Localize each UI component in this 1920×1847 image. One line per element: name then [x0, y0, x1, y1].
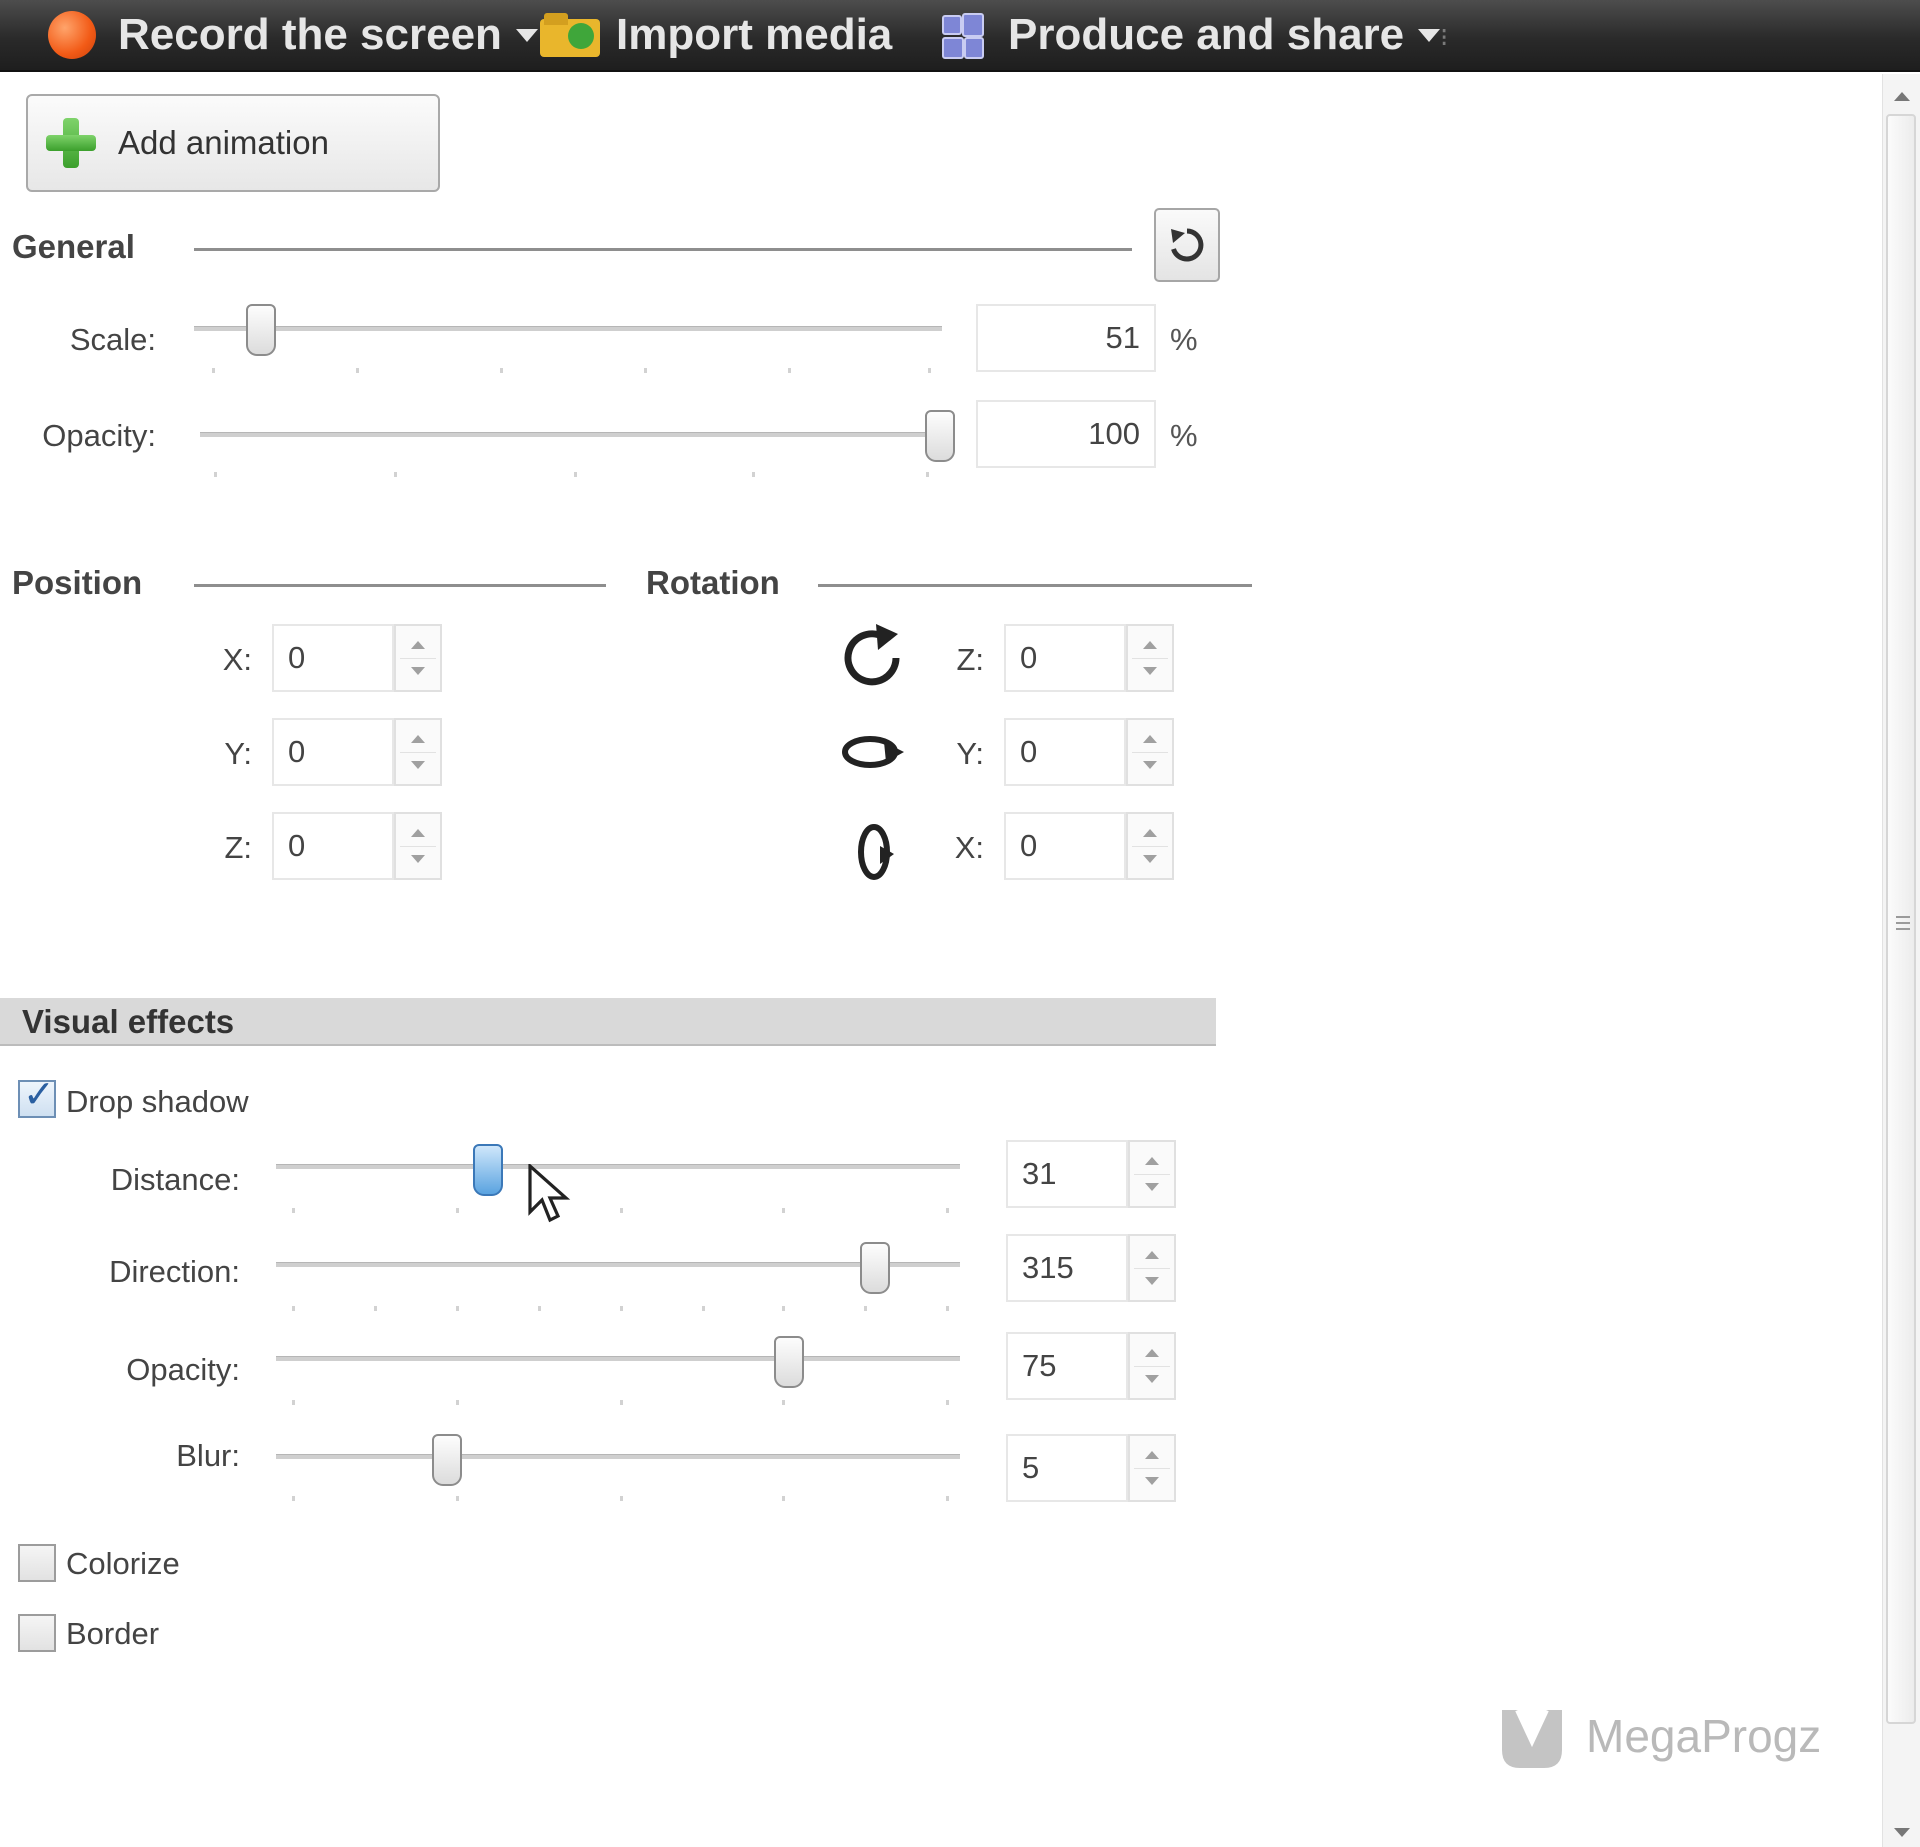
rotation-x-stepper[interactable]	[1126, 812, 1174, 880]
shadow-opacity-slider[interactable]	[276, 1356, 960, 1361]
opacity-unit: %	[1170, 418, 1198, 453]
scroll-down-arrow-icon[interactable]	[1894, 1828, 1910, 1837]
scale-input[interactable]: 51	[976, 304, 1156, 372]
produce-share-label: Produce and share	[1008, 10, 1405, 59]
top-toolbar: Record the screen Import media Produce a…	[0, 0, 1920, 72]
direction-slider[interactable]	[276, 1262, 960, 1267]
direction-label: Direction:	[109, 1254, 240, 1289]
blur-input[interactable]: 5	[1006, 1434, 1128, 1502]
watermark: MegaProgz	[1496, 1700, 1821, 1772]
opacity-slider-thumb[interactable]	[925, 410, 955, 462]
watermark-text: MegaProgz	[1586, 1710, 1822, 1762]
record-screen-button[interactable]: Record the screen	[48, 0, 538, 70]
shadow-opacity-label: Opacity:	[126, 1352, 240, 1387]
distance-stepper[interactable]	[1128, 1140, 1176, 1208]
scale-slider[interactable]	[194, 326, 942, 331]
visual-effects-title: Visual effects	[22, 1003, 235, 1040]
scale-label: Scale:	[69, 322, 156, 357]
general-section-title: General	[12, 228, 135, 265]
visual-effects-header[interactable]: Visual effects	[0, 998, 1216, 1046]
record-icon	[48, 11, 96, 59]
drop-shadow-label[interactable]: Drop shadow	[66, 1084, 249, 1120]
distance-input[interactable]: 31	[1006, 1140, 1128, 1208]
record-screen-label: Record the screen	[118, 10, 502, 59]
border-checkbox[interactable]	[18, 1614, 56, 1652]
rotation-y-stepper[interactable]	[1126, 718, 1174, 786]
opacity-slider[interactable]	[200, 432, 940, 437]
distance-slider[interactable]	[276, 1164, 960, 1169]
produce-share-button[interactable]: Produce and share	[940, 0, 1441, 70]
direction-stepper[interactable]	[1128, 1234, 1176, 1302]
opacity-label: Opacity:	[42, 418, 156, 453]
vertical-scrollbar[interactable]	[1882, 74, 1920, 1847]
folder-icon	[540, 13, 600, 57]
scrollbar-thumb[interactable]	[1886, 114, 1916, 1724]
position-x-input[interactable]: 0	[272, 624, 394, 692]
distance-slider-thumb[interactable]	[473, 1144, 504, 1196]
blur-label: Blur:	[176, 1438, 240, 1473]
position-z-stepper[interactable]	[394, 812, 442, 880]
chevron-down-icon	[1418, 28, 1441, 42]
scroll-up-arrow-icon[interactable]	[1894, 92, 1910, 101]
rotation-y-label: Y:	[956, 736, 984, 771]
reset-icon	[1171, 228, 1204, 262]
megaprogz-logo-icon	[1502, 1708, 1562, 1768]
rotation-x-label: X:	[954, 830, 984, 865]
rotation-y-input[interactable]: 0	[1004, 718, 1126, 786]
position-x-stepper[interactable]	[394, 624, 442, 692]
rotate-y-icon	[842, 736, 904, 768]
blur-stepper[interactable]	[1128, 1434, 1176, 1502]
import-media-button[interactable]: Import media	[540, 0, 892, 70]
border-label[interactable]: Border	[66, 1616, 159, 1652]
distance-label: Distance:	[110, 1162, 240, 1197]
shadow-opacity-slider-thumb[interactable]	[774, 1336, 804, 1388]
rotation-z-input[interactable]: 0	[1004, 624, 1126, 692]
scale-unit: %	[1170, 322, 1198, 357]
checkmark-icon: ✓	[23, 1074, 55, 1116]
direction-input[interactable]: 315	[1006, 1234, 1128, 1302]
chevron-down-icon	[515, 28, 538, 42]
rotation-x-input[interactable]: 0	[1004, 812, 1126, 880]
rotation-section-title: Rotation	[646, 564, 780, 601]
produce-share-icon	[940, 11, 986, 59]
colorize-checkbox[interactable]	[18, 1544, 56, 1582]
opacity-input[interactable]: 100	[976, 400, 1156, 468]
position-z-label: Z:	[224, 830, 252, 865]
rotate-x-icon	[858, 824, 894, 880]
blur-slider-thumb[interactable]	[432, 1434, 462, 1486]
rotate-z-icon	[844, 624, 900, 686]
position-x-label: X:	[222, 642, 252, 677]
shadow-opacity-input[interactable]: 75	[1006, 1332, 1128, 1400]
drop-shadow-checkbox[interactable]: ✓	[18, 1076, 56, 1118]
import-media-label: Import media	[616, 10, 893, 59]
rotation-divider	[818, 584, 1252, 587]
position-y-label: Y:	[224, 736, 252, 771]
blur-slider[interactable]	[276, 1454, 960, 1459]
shadow-opacity-stepper[interactable]	[1128, 1332, 1176, 1400]
rotation-z-stepper[interactable]	[1126, 624, 1174, 692]
toolbar-overflow-icon[interactable]: ⁝	[1440, 22, 1448, 53]
add-animation-button[interactable]: Add animation	[26, 94, 440, 192]
rotation-z-label: Z:	[956, 642, 984, 677]
plus-icon	[46, 118, 96, 168]
position-divider	[194, 584, 606, 587]
scale-slider-thumb[interactable]	[246, 304, 277, 356]
position-z-input[interactable]: 0	[272, 812, 394, 880]
position-section-title: Position	[12, 564, 143, 601]
colorize-label[interactable]: Colorize	[66, 1546, 180, 1582]
position-y-input[interactable]: 0	[272, 718, 394, 786]
add-animation-label: Add animation	[118, 124, 329, 161]
general-divider	[194, 248, 1132, 251]
reset-button[interactable]	[1154, 208, 1220, 282]
position-y-stepper[interactable]	[394, 718, 442, 786]
direction-slider-thumb[interactable]	[859, 1242, 890, 1294]
mouse-cursor-icon	[528, 1164, 571, 1223]
